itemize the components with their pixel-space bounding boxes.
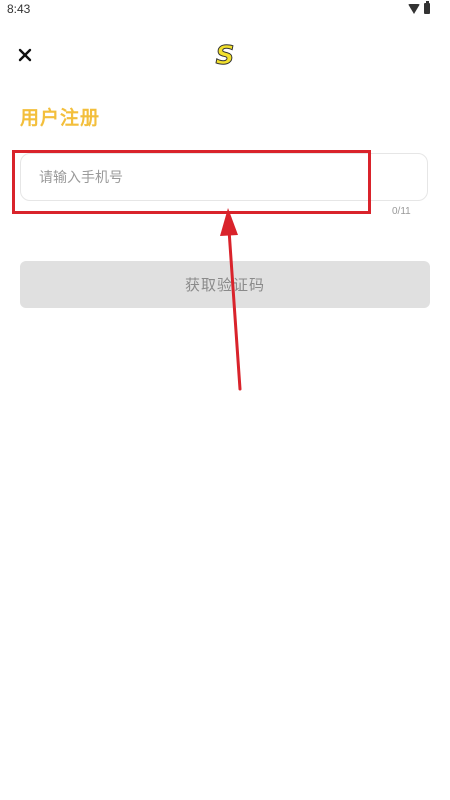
app-logo: S bbox=[215, 41, 235, 72]
close-icon bbox=[18, 48, 32, 62]
status-icons bbox=[408, 1, 430, 14]
battery-icon bbox=[424, 1, 430, 14]
phone-field[interactable] bbox=[20, 153, 428, 202]
wifi-icon bbox=[408, 3, 420, 14]
char-counter: 0/11 bbox=[392, 206, 411, 217]
phone-input[interactable] bbox=[37, 154, 411, 202]
close-button[interactable] bbox=[14, 44, 36, 66]
page-title: 用户注册 bbox=[20, 107, 101, 129]
status-time: 8:43 bbox=[7, 2, 31, 16]
get-code-button[interactable]: 获取验证码 bbox=[20, 261, 430, 308]
status-bar: 8:43 bbox=[0, 0, 450, 22]
